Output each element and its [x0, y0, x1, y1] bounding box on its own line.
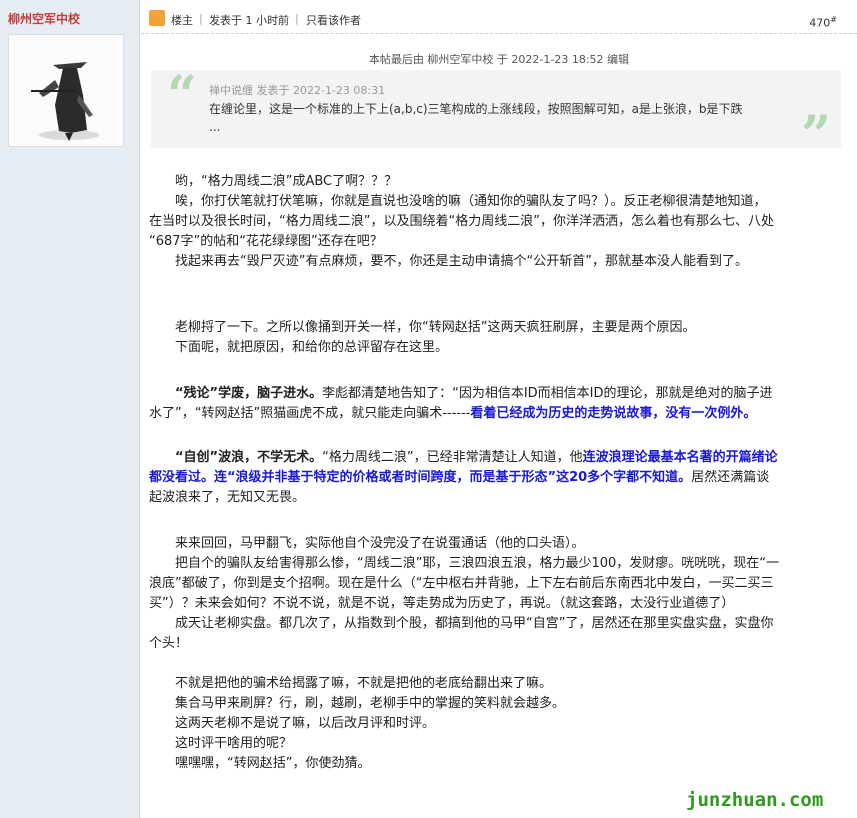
highlight-text: 连波浪理论最基本名著的开篇绪论: [582, 450, 778, 465]
text-span: “格力周线二浪”，已经非常清楚让人知道，他: [322, 450, 583, 465]
paragraph-1-line-2: 水了”，“转网赵括”照猫画虎不成，就只能走向骗术------看着已经成为历史的走…: [149, 404, 849, 424]
role-label: 楼主: [171, 14, 193, 27]
only-author-link[interactable]: 只看该作者: [306, 12, 361, 28]
text-line: 在当时以及很长时间，“格力周线二浪”，以及围绕着“格力周线二浪”，你洋洋洒洒，怎…: [149, 214, 774, 229]
text-span: 水了”，“转网赵括”照猫画虎不成，就只能走向骗术------: [149, 406, 471, 421]
post-time: 发表于 1 小时前: [209, 14, 289, 27]
avatar[interactable]: [8, 34, 124, 147]
text-line: 集合马甲来刷屏？行，刷，越刷，老柳手中的掌握的笑料就会越多。: [149, 696, 566, 711]
quote-author: 禅中说缠 发表于 2022-1-23 08:31: [209, 84, 386, 97]
text-line: 不就是把他的骗术给揭露了嘛，不就是把他的老底给翻出来了嘛。: [149, 676, 553, 691]
floor-number-value: 470: [809, 16, 831, 30]
text-line: 老柳捋了一下。之所以像捅到开关一样，你“转网赵括”这两天疯狂刷屏，主要是两个原因…: [149, 320, 696, 335]
text-line: 这时评干啥用的呢？: [149, 736, 293, 751]
floor-number[interactable]: 470#: [809, 15, 837, 30]
text-line: 找起来再去“毁尸灭迹”有点麻烦，要不，你还是主动申请搞个“公开斩首”，那就基本没…: [149, 254, 748, 269]
floor-hash: #: [830, 15, 837, 24]
quote-line: 在缠论里，这是一个标准的上下上(a,b,c)三笔构成的上涨线段，按照图解可知，a…: [209, 102, 743, 116]
quote-line: ...: [209, 120, 221, 134]
text-line: 下面呢，就把原因，和给你的总评留存在这里。: [149, 340, 449, 355]
text-line: 个头！: [149, 636, 189, 651]
author-name-link[interactable]: 柳州空军中校: [8, 10, 80, 27]
text-line: 哟，“格力周线二浪”成ABC了啊？？？: [149, 174, 398, 189]
bold-heading: “残论”学废，脑子进水。: [149, 386, 323, 401]
author-sidebar: 柳州空军中校: [0, 0, 140, 818]
text-span: 李彪都清楚地告知了：“因为相信本ID而相信本ID的理论，那就是绝对的脑子进: [322, 386, 773, 401]
quote-text: 在缠论里，这是一个标准的上下上(a,b,c)三笔构成的上涨线段，按照图解可知，a…: [209, 100, 809, 136]
bold-heading: “自创”波浪，不学无术。: [149, 450, 323, 465]
text-line: 嘿嘿嘿，“转网赵括”，你使劲猜。: [149, 756, 371, 771]
post-content: 哟，“格力周线二浪”成ABC了啊？？？ 唉，你打伏笔就打伏笔嘛，你就是直说也没啥…: [149, 172, 849, 774]
header-separator: |: [199, 12, 203, 25]
paragraph-2-line-2: 都没看过。连“浪级并非基于特定的价格或者时间跨度，而是基于形态”这20多个字都不…: [149, 468, 849, 488]
quote-block: “ ” 禅中说缠 发表于 2022-1-23 08:31 在缠论里，这是一个标准…: [151, 65, 841, 162]
text-line: 浪底”都破了，你到是支个招啊。现在是什么（“左中枢右并背驰，上下左右前后东南西北…: [149, 576, 774, 591]
text-line: 这两天老柳不是说了嘛，以后改月评和时评。: [149, 716, 436, 731]
text-line: 唉，你打伏笔就打伏笔嘛，你就是直说也没啥的嘛（通知你的骗队友了吗？）。反正老柳很…: [149, 194, 767, 209]
text-line: 来来回回，马甲翻飞，实际他自个没完没了在说蛋通话（他的口头语）。: [149, 536, 585, 551]
highlight-text: 看着已经成为历史的走势说故事，没有一次例外。: [470, 406, 757, 421]
highlight-text: 都没看过。连“浪级并非基于特定的价格或者时间跨度，而是基于形态”这20多个字都不…: [149, 470, 692, 485]
text-line: 买”）？未来会如何？不说不说，就是不说，等走势成为历史了，再说。（就这套路，太没…: [149, 596, 735, 611]
user-badge-icon: [149, 10, 165, 26]
text-span: 居然还满篇谈: [691, 470, 770, 485]
text-line: 成天让老柳实盘。都几次了，从指数到个股，都搞到他的马甲“自宫”了，居然还在那里实…: [149, 616, 774, 631]
quote-open-icon: “: [167, 65, 197, 126]
paragraph-1: “残论”学废，脑子进水。李彪都清楚地告知了：“因为相信本ID而相信本ID的理论，…: [149, 384, 849, 404]
post-header: 楼主 | 发表于 1 小时前 | 只看该作者 470#: [141, 0, 857, 34]
text-line: 把自个的骗队友给害得那么惨，“周线二浪”耶，三浪四浪五浪，格力最少100，发财瘳…: [149, 556, 780, 571]
edit-note: 本帖最后由 柳州空军中校 于 2022-1-23 18:52 编辑: [368, 53, 630, 66]
header-separator: |: [295, 12, 299, 25]
paragraph-2: “自创”波浪，不学无术。“格力周线二浪”，已经非常清楚让人知道，他连波浪理论最基…: [149, 448, 849, 468]
text-line: 起波浪来了，无知又无畏。: [149, 490, 306, 505]
site-watermark: junzhuan.com: [686, 789, 824, 811]
text-line: “687字”的帖和“花花绿绿图”还存在吧？: [149, 234, 383, 249]
post-body: 楼主 | 发表于 1 小时前 | 只看该作者 470# 本帖最后由 柳州空军中校…: [141, 0, 857, 818]
swordsman-avatar-image: [9, 35, 123, 146]
